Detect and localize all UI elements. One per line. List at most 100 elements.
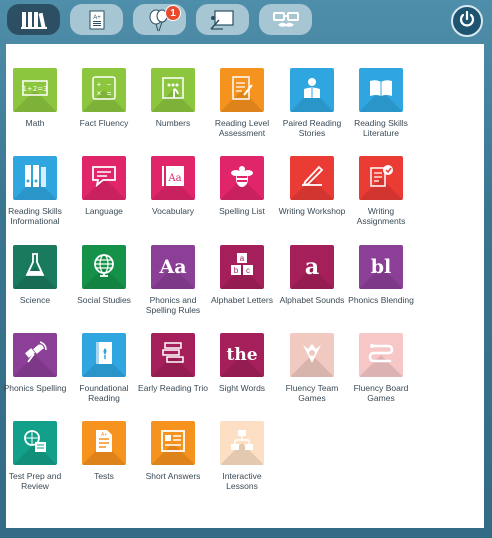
activity-tile[interactable]: Test Prep and Review bbox=[0, 421, 70, 491]
activity-tile-square[interactable]: A+ bbox=[82, 421, 126, 465]
power-button[interactable] bbox=[451, 5, 483, 37]
activity-tile[interactable]: Phonics Spelling bbox=[0, 333, 70, 393]
activity-tile[interactable]: 1+2=3 Math bbox=[0, 68, 70, 128]
activity-tile[interactable]: Reading Skills Informational bbox=[0, 156, 70, 226]
activity-tile-square[interactable] bbox=[359, 333, 403, 377]
activity-tile-square[interactable] bbox=[151, 421, 195, 465]
activity-tile[interactable]: Paired Reading Stories bbox=[277, 68, 347, 138]
activity-tile-label: Fluency Board Games bbox=[353, 383, 409, 403]
activity-tile[interactable]: a Alphabet Sounds bbox=[277, 245, 347, 305]
activity-tile-square[interactable]: Aa bbox=[151, 245, 195, 289]
activity-tile-label: Math bbox=[25, 118, 45, 128]
activity-grid: 1+2=3 Math + − × = Fact Fluency Numbers Reading … bbox=[4, 44, 484, 528]
assessment-icon bbox=[230, 75, 254, 106]
short-answers-icon bbox=[160, 429, 186, 458]
activity-tile-square[interactable] bbox=[151, 68, 195, 112]
activity-tile[interactable]: Fluency Board Games bbox=[346, 333, 416, 403]
globe-icon bbox=[91, 252, 117, 283]
activity-tile-label: Phonics Spelling bbox=[3, 383, 67, 393]
activity-tile[interactable]: Writing Assignments bbox=[346, 156, 416, 226]
activity-tile[interactable]: Aa Phonics and Spelling Rules bbox=[138, 245, 208, 315]
svg-text:+: + bbox=[97, 80, 102, 89]
activity-tile[interactable]: A+ Tests bbox=[69, 421, 139, 481]
activity-tile[interactable]: Early Reading Trio bbox=[138, 333, 208, 393]
activity-tile-square[interactable] bbox=[220, 156, 264, 200]
activity-tile[interactable]: Reading Skills Literature bbox=[346, 68, 416, 138]
book-icon bbox=[368, 78, 394, 103]
activity-tile-square[interactable] bbox=[13, 333, 57, 377]
activity-tile-label: Foundational Reading bbox=[79, 383, 129, 403]
power-icon bbox=[458, 10, 476, 33]
activity-tile-square[interactable]: bl bbox=[359, 245, 403, 289]
phonics-rules-icon: Aa bbox=[159, 256, 187, 278]
math-icon: 1+2=3 bbox=[22, 79, 48, 101]
presentation-button[interactable] bbox=[196, 4, 249, 35]
svg-text:A+: A+ bbox=[93, 15, 101, 21]
activity-tile-square[interactable] bbox=[359, 156, 403, 200]
activity-tile[interactable]: Foundational Reading bbox=[69, 333, 139, 403]
activity-tile-square[interactable] bbox=[13, 245, 57, 289]
activity-tile-square[interactable] bbox=[82, 156, 126, 200]
activity-tile[interactable]: Social Studies bbox=[69, 245, 139, 305]
activity-tile[interactable]: a b c Alphabet Letters bbox=[207, 245, 277, 305]
presentation-icon bbox=[209, 9, 237, 31]
activity-tile-label: Tests bbox=[94, 471, 114, 481]
activity-tile-label: Test Prep and Review bbox=[8, 471, 62, 491]
activity-tile-square[interactable]: + − × = bbox=[82, 68, 126, 112]
activity-tile-square[interactable] bbox=[82, 333, 126, 377]
grades-button[interactable]: A+ bbox=[70, 4, 123, 35]
activity-tile-label: Reading Skills Literature bbox=[354, 118, 408, 138]
satellite-icon bbox=[22, 340, 48, 371]
speech-bubble-icon bbox=[91, 165, 117, 192]
activity-tile-square[interactable]: Aa bbox=[151, 156, 195, 200]
activity-tile-square[interactable] bbox=[290, 156, 334, 200]
activity-tile-square[interactable] bbox=[220, 68, 264, 112]
activity-tile-square[interactable] bbox=[290, 68, 334, 112]
svg-text:=: = bbox=[107, 89, 112, 98]
library-button[interactable] bbox=[7, 4, 60, 35]
interactive-lessons-icon bbox=[229, 428, 255, 459]
binders-icon bbox=[22, 163, 48, 194]
activity-tile[interactable]: Short Answers bbox=[138, 421, 208, 481]
disguise-button[interactable] bbox=[259, 4, 312, 35]
activity-tile[interactable]: Reading Level Assessment bbox=[207, 68, 277, 138]
activity-tile-square[interactable] bbox=[359, 68, 403, 112]
activity-tile[interactable]: Spelling List bbox=[207, 156, 277, 216]
svg-text:b: b bbox=[234, 266, 239, 275]
activity-tile[interactable]: Writing Workshop bbox=[277, 156, 347, 216]
activity-tile-square[interactable]: a bbox=[290, 245, 334, 289]
rewards-button[interactable]: 1 bbox=[133, 4, 186, 35]
svg-text:A+: A+ bbox=[101, 432, 107, 438]
activity-tile-square[interactable] bbox=[220, 421, 264, 465]
activity-tile[interactable]: bl Phonics Blending bbox=[346, 245, 416, 305]
activity-tile[interactable]: Interactive Lessons bbox=[207, 421, 277, 491]
activity-tile[interactable]: the Sight Words bbox=[207, 333, 277, 393]
activity-tile-square[interactable] bbox=[13, 421, 57, 465]
activity-tile-label: Language bbox=[85, 206, 123, 216]
activity-tile[interactable]: + − × = Fact Fluency bbox=[69, 68, 139, 128]
activity-tile[interactable]: Numbers bbox=[138, 68, 208, 128]
activity-tile-square[interactable]: abc bbox=[220, 245, 264, 289]
activity-tile-square[interactable] bbox=[82, 245, 126, 289]
abc-blocks-icon: abc bbox=[229, 252, 255, 283]
activity-tile-label: Vocabulary bbox=[151, 206, 195, 216]
svg-text:×: × bbox=[97, 89, 102, 98]
activity-tile[interactable]: Language bbox=[69, 156, 139, 216]
foundational-book-icon bbox=[93, 340, 115, 371]
activity-tile-label: Sight Words bbox=[218, 383, 266, 393]
activity-tile-square[interactable] bbox=[290, 333, 334, 377]
activity-tile-label: Writing Assignments bbox=[356, 206, 406, 226]
activity-tile-label: Numbers bbox=[155, 118, 191, 128]
activity-tile-square[interactable] bbox=[151, 333, 195, 377]
activity-tile-square[interactable]: the bbox=[220, 333, 264, 377]
activity-tile-square[interactable]: 1+2=3 bbox=[13, 68, 57, 112]
activity-tile-square[interactable] bbox=[13, 156, 57, 200]
activity-tile[interactable]: Fluency Team Games bbox=[277, 333, 347, 403]
activity-tile[interactable]: Science bbox=[0, 245, 70, 305]
activity-tile-label: Short Answers bbox=[145, 471, 201, 481]
dictionary-icon: Aa bbox=[160, 163, 186, 194]
activity-tile-label: Science bbox=[19, 295, 51, 305]
numbers-icon bbox=[161, 76, 185, 105]
activity-tile-label: Phonics Blending bbox=[348, 295, 414, 305]
activity-tile[interactable]: Aa Vocabulary bbox=[138, 156, 208, 216]
